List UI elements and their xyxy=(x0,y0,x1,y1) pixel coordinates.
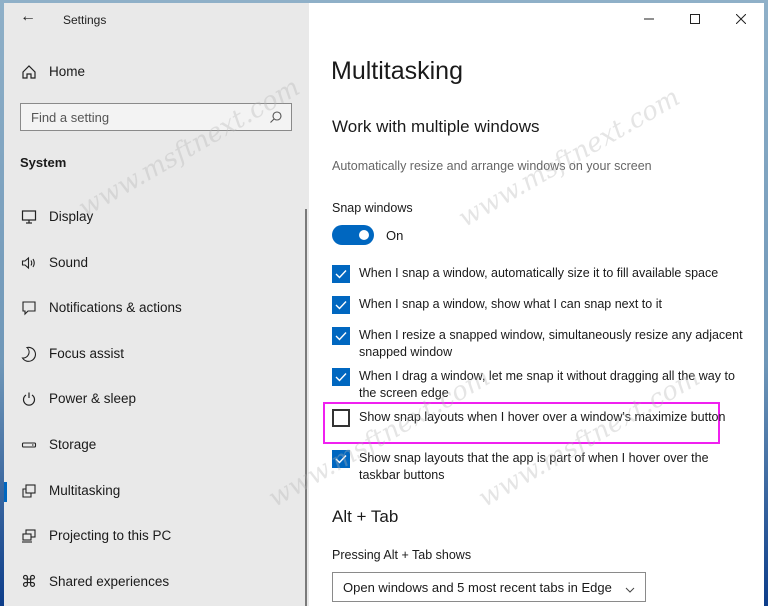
monitor-icon xyxy=(20,208,38,226)
section-title-system: System xyxy=(20,155,67,170)
sidebar-item-label: Focus assist xyxy=(49,346,125,361)
minimize-icon xyxy=(644,18,654,20)
window-controls xyxy=(626,3,764,35)
sidebar-item-sound[interactable]: Sound xyxy=(4,248,304,280)
checkbox-unchecked[interactable] xyxy=(332,409,350,427)
checkbox-checked[interactable] xyxy=(332,327,350,345)
snap-windows-state: On xyxy=(386,228,404,243)
section-title-work-with-windows: Work with multiple windows xyxy=(332,117,540,136)
check-icon xyxy=(335,373,347,382)
maximize-button[interactable] xyxy=(672,3,718,35)
main-content: Multitasking Work with multiple windows … xyxy=(309,3,764,606)
snap-windows-toggle[interactable] xyxy=(332,225,374,245)
sidebar-item-label: Home xyxy=(49,64,86,79)
checkbox-label: When I snap a window, automatically size… xyxy=(359,266,719,280)
sidebar-item-home[interactable]: Home xyxy=(4,61,304,85)
active-indicator xyxy=(4,482,7,502)
checkbox-label: Show snap layouts when I hover over a wi… xyxy=(359,410,726,424)
checkbox-label: Show snap layouts that the app is part o… xyxy=(359,451,709,482)
sidebar-item-multitasking[interactable]: Multitasking xyxy=(4,476,304,508)
notification-icon xyxy=(20,299,38,317)
checkbox-checked[interactable] xyxy=(332,368,350,386)
multitasking-icon xyxy=(20,482,38,500)
minimize-button[interactable] xyxy=(626,3,672,35)
check-icon xyxy=(335,332,347,341)
sidebar-scrollbar[interactable] xyxy=(305,209,307,606)
checkbox-checked[interactable] xyxy=(332,450,350,468)
power-icon xyxy=(20,390,38,408)
sidebar: ← Settings Home Find a setting System Di… xyxy=(4,3,309,606)
checkbox-label: When I snap a window, show what I can sn… xyxy=(359,297,662,311)
sidebar-item-label: Power & sleep xyxy=(49,391,137,406)
alt-tab-dropdown[interactable]: Open windows and 5 most recent tabs in E… xyxy=(332,572,646,602)
alt-tab-label: Pressing Alt + Tab shows xyxy=(332,548,472,562)
window-title: Settings xyxy=(63,13,107,27)
checkbox-label: When I drag a window, let me snap it wit… xyxy=(359,369,735,400)
check-icon xyxy=(335,301,347,310)
sidebar-item-label: Projecting to this PC xyxy=(49,528,172,543)
speaker-icon xyxy=(20,254,38,272)
toggle-knob xyxy=(359,230,369,240)
sidebar-item-shared-experiences[interactable]: ⌘ Shared experiences xyxy=(4,567,304,599)
projecting-icon xyxy=(20,527,38,545)
search-icon[interactable] xyxy=(269,110,283,124)
check-icon xyxy=(335,270,347,279)
close-icon xyxy=(736,14,746,24)
checkbox-checked[interactable] xyxy=(332,296,350,314)
sidebar-item-label: Display xyxy=(49,209,94,224)
chevron-down-icon xyxy=(625,582,635,593)
checkbox-checked[interactable] xyxy=(332,265,350,283)
checkbox-label: When I resize a snapped window, simultan… xyxy=(359,328,743,359)
dropdown-value: Open windows and 5 most recent tabs in E… xyxy=(343,580,612,595)
shared-experiences-icon: ⌘ xyxy=(21,574,37,591)
snap-windows-label: Snap windows xyxy=(332,201,413,215)
sidebar-item-label: Multitasking xyxy=(49,483,121,498)
back-arrow-icon[interactable]: ← xyxy=(18,7,38,27)
sidebar-item-display[interactable]: Display xyxy=(4,202,304,234)
close-button[interactable] xyxy=(718,3,764,35)
maximize-icon xyxy=(690,14,700,24)
section-title-alt-tab: Alt + Tab xyxy=(332,507,399,526)
sidebar-item-label: Notifications & actions xyxy=(49,300,182,315)
home-icon xyxy=(20,63,38,81)
sidebar-item-power-sleep[interactable]: Power & sleep xyxy=(4,384,304,416)
sidebar-item-storage[interactable]: Storage xyxy=(4,430,304,462)
sidebar-item-focus-assist[interactable]: Focus assist xyxy=(4,339,304,371)
check-icon xyxy=(335,455,347,464)
moon-icon xyxy=(20,345,38,363)
sidebar-item-projecting[interactable]: Projecting to this PC xyxy=(4,521,304,553)
sidebar-item-label: Sound xyxy=(49,255,89,270)
search-placeholder: Find a setting xyxy=(31,110,110,125)
storage-icon xyxy=(20,436,38,454)
search-input[interactable]: Find a setting xyxy=(20,103,292,131)
page-title: Multitasking xyxy=(331,57,463,85)
settings-window: ← Settings Home Find a setting System Di… xyxy=(4,3,764,606)
sidebar-item-notifications[interactable]: Notifications & actions xyxy=(4,293,304,325)
sidebar-item-label: Shared experiences xyxy=(49,574,170,589)
sidebar-item-label: Storage xyxy=(49,437,97,452)
section-description: Automatically resize and arrange windows… xyxy=(332,159,652,173)
